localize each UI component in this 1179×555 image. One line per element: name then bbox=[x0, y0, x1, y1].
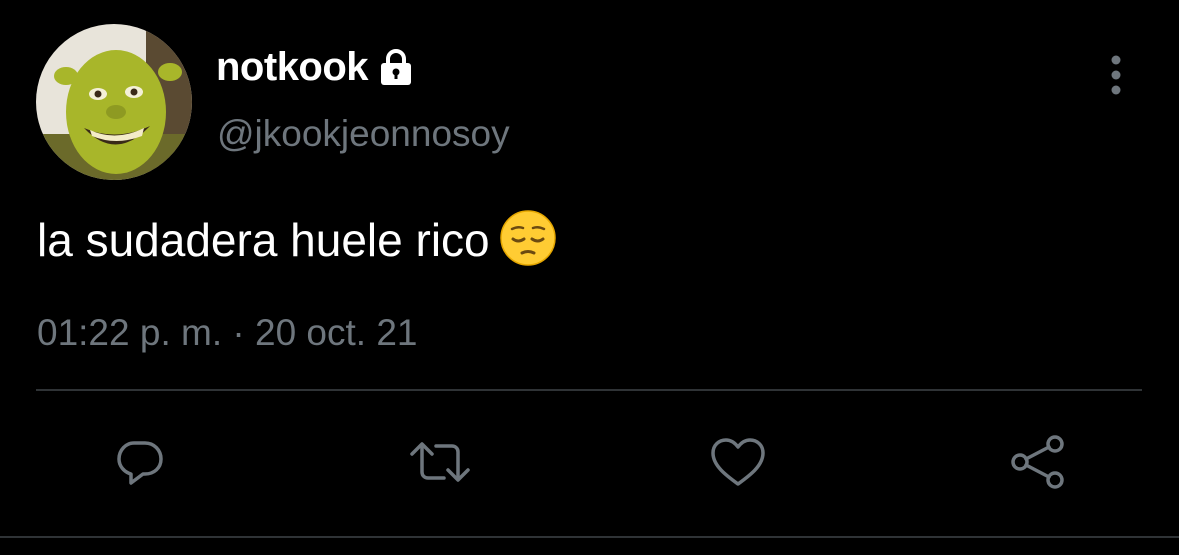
pensive-face-emoji-icon bbox=[499, 210, 556, 266]
like-button[interactable] bbox=[706, 430, 770, 494]
heart-icon bbox=[711, 438, 765, 486]
avatar[interactable] bbox=[36, 24, 192, 180]
bottom-divider bbox=[0, 536, 1179, 538]
display-name[interactable]: notkook bbox=[216, 44, 369, 90]
more-options-button[interactable] bbox=[1096, 50, 1136, 100]
reply-button[interactable] bbox=[108, 430, 172, 494]
tweet-text: la sudadera huele rico bbox=[37, 210, 556, 268]
share-icon bbox=[1011, 435, 1064, 489]
retweet-icon bbox=[410, 442, 470, 482]
share-button[interactable] bbox=[1006, 430, 1070, 494]
user-handle[interactable]: @jkookjeonnosoy bbox=[217, 110, 510, 158]
retweet-button[interactable] bbox=[408, 430, 472, 494]
display-name-row[interactable]: notkook bbox=[216, 44, 416, 90]
more-vertical-icon bbox=[1111, 55, 1121, 95]
divider bbox=[36, 389, 1142, 391]
lock-icon bbox=[376, 47, 416, 87]
tweet-text-body: la sudadera huele rico bbox=[37, 214, 490, 266]
reply-icon bbox=[117, 441, 163, 485]
tweet-timestamp[interactable]: 01:22 p. m. · 20 oct. 21 bbox=[37, 309, 418, 357]
avatar-image bbox=[36, 24, 192, 180]
